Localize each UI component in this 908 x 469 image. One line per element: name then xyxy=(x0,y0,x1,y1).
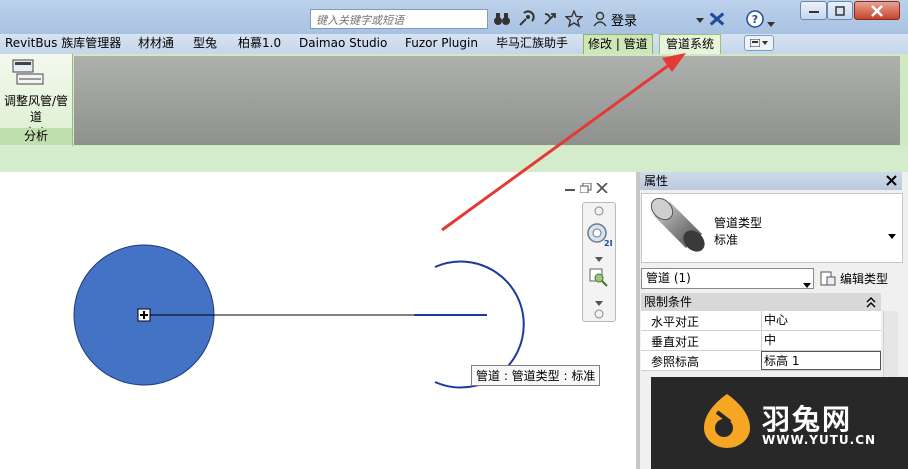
binoculars-icon[interactable] xyxy=(493,10,511,28)
search-input[interactable] xyxy=(314,11,488,29)
exchange-apps-icon[interactable] xyxy=(708,10,726,28)
prop-value[interactable]: 中 xyxy=(761,331,881,350)
view-minimize-icon[interactable] xyxy=(564,182,576,196)
prop-row-horizontal-justification[interactable]: 水平对正 中心 xyxy=(641,311,881,331)
options-bar xyxy=(0,146,908,172)
section-label: 限制条件 xyxy=(644,295,693,309)
tab-bima-family[interactable]: 毕马汇族助手 xyxy=(496,34,568,54)
login-button[interactable]: 登录 xyxy=(592,10,638,29)
panel-label: 分析 xyxy=(0,128,72,145)
svg-text:2D: 2D xyxy=(604,239,612,248)
watermark-url: WWW.YUTU.CN xyxy=(762,433,877,447)
tool-label-line1: 调整风管/管道 xyxy=(3,94,69,124)
maximize-button[interactable] xyxy=(827,1,853,20)
edit-type-label: 编辑类型 xyxy=(840,272,889,286)
navbar-close-icon[interactable] xyxy=(593,205,605,219)
watermark-name: 羽兔网 xyxy=(762,403,853,436)
edit-type-button[interactable]: 编辑类型 xyxy=(820,268,888,289)
exchange-icon[interactable] xyxy=(542,10,560,28)
tab-revitbus[interactable]: RevitBus 族库管理器 xyxy=(5,34,121,54)
star-icon[interactable] xyxy=(565,10,583,28)
properties-close-icon[interactable] xyxy=(886,175,897,189)
instance-dropdown-icon[interactable] xyxy=(803,277,811,291)
view-restore-icon[interactable] xyxy=(579,182,592,196)
prop-key: 垂直对正 xyxy=(651,335,700,349)
prop-row-reference-level[interactable]: 参照标高 标高 1 xyxy=(641,351,881,371)
section-constraints[interactable]: 限制条件 xyxy=(641,293,881,311)
prop-row-vertical-justification[interactable]: 垂直对正 中 xyxy=(641,331,881,351)
ribbon-tab-bar: RevitBus 族库管理器 材材通 型兔 柏慕1.0 Daimao Studi… xyxy=(0,34,908,54)
drawing-area xyxy=(73,244,525,389)
satellite-icon[interactable] xyxy=(517,10,535,28)
tab-caicaitong[interactable]: 材材通 xyxy=(138,34,174,54)
yutu-logo-icon xyxy=(700,392,754,453)
resize-duct-pipe-icon[interactable] xyxy=(11,58,45,88)
ribbon-empty-area xyxy=(74,56,900,145)
type-value: 标准 xyxy=(714,233,739,247)
minimize-button[interactable] xyxy=(800,1,827,20)
properties-title: 属性 xyxy=(640,172,902,190)
tab-pipe-systems[interactable]: 管道系统 xyxy=(659,34,722,54)
user-icon xyxy=(593,11,607,27)
instance-selector[interactable]: 管道 (1) xyxy=(641,268,814,289)
zoom-dropdown-icon[interactable] xyxy=(595,295,603,309)
type-family: 管道类型 xyxy=(714,216,763,230)
prop-key: 参照标高 xyxy=(651,355,700,369)
element-tooltip: 管道 : 管道类型 : 标准 xyxy=(471,365,601,386)
help-dropdown-icon[interactable] xyxy=(767,17,775,31)
collapse-section-icon[interactable] xyxy=(866,296,876,311)
prop-key: 水平对正 xyxy=(651,315,700,329)
prop-value[interactable]: 中心 xyxy=(761,311,881,330)
pipe-thumbnail-icon xyxy=(646,197,708,261)
tab-xingtu[interactable]: 型兔 xyxy=(193,34,217,54)
view-window-controls xyxy=(564,182,608,196)
login-dropdown-icon[interactable] xyxy=(696,13,704,27)
tab-daimao-studio[interactable]: Daimao Studio xyxy=(299,34,387,54)
close-button[interactable] xyxy=(854,1,900,20)
help-icon[interactable]: ? xyxy=(746,10,764,28)
wheel-dropdown-icon[interactable] xyxy=(595,251,603,265)
ribbon-options-button[interactable] xyxy=(744,35,774,51)
prop-value[interactable]: 标高 1 xyxy=(761,351,881,370)
zoom-region-icon[interactable] xyxy=(589,268,609,291)
tab-bomu[interactable]: 柏慕1.0 xyxy=(238,34,281,54)
tab-modify-pipe[interactable]: 修改 | 管道 xyxy=(583,34,653,54)
tab-fuzor-plugin[interactable]: Fuzor Plugin xyxy=(405,34,478,54)
pipe-grip-icon[interactable] xyxy=(137,308,151,322)
type-name: 管道类型 标准 xyxy=(714,215,762,249)
2d-wheel-icon[interactable]: 2D xyxy=(586,222,617,251)
navbar-options-icon[interactable] xyxy=(594,308,604,322)
svg-text:?: ? xyxy=(752,13,758,26)
search-box[interactable] xyxy=(310,9,488,29)
login-label: 登录 xyxy=(611,13,638,29)
navigation-bar: 2D xyxy=(582,202,617,322)
edit-type-icon xyxy=(820,271,836,285)
view-close-icon[interactable] xyxy=(596,182,608,196)
type-dropdown-icon[interactable] xyxy=(888,228,896,242)
